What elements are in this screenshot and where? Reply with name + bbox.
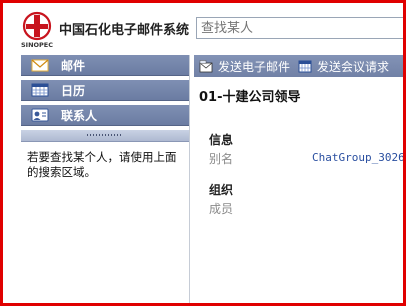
contact-details: 01-十建公司领导 信息 别名 ChatGroup_3026 组织 成员: [194, 77, 403, 303]
mail-icon: [31, 58, 49, 72]
header: SINOPEC 中国石化电子邮件系统: [3, 3, 406, 53]
sidebar-item-calendar[interactable]: 日历: [21, 80, 189, 101]
contact-title: 01-十建公司领导: [199, 90, 301, 105]
sidebar-item-label: 日历: [61, 83, 86, 98]
svg-text:SINOPEC: SINOPEC: [21, 41, 53, 49]
search-hint-panel: 若要查找某个人，请使用上面的搜索区域。: [21, 142, 190, 303]
send-email-icon: [199, 59, 213, 73]
sinopec-logo: SINOPEC: [20, 11, 54, 49]
send-meeting-request-button[interactable]: 发送会议请求: [298, 58, 389, 75]
calendar-icon: [31, 83, 49, 97]
send-email-label: 发送电子邮件: [218, 59, 291, 74]
grip-dots: [87, 134, 123, 136]
alias-label: 别名: [209, 152, 234, 166]
alias-value[interactable]: ChatGroup_3026: [312, 151, 403, 164]
search-input[interactable]: [196, 17, 406, 39]
sidebar: 邮件 日历 联系人 若要查找某个人，请使用上面的搜索区域。: [21, 55, 190, 303]
sidebar-item-label: 联系人: [61, 108, 98, 123]
organization-section-heading: 组织: [209, 183, 234, 197]
meeting-request-icon: [298, 60, 312, 73]
search-hint-text: 若要查找某个人，请使用上面的搜索区域。: [27, 150, 177, 179]
toolbar: 发送电子邮件 发送会议请求: [194, 55, 403, 77]
sidebar-item-contacts[interactable]: 联系人: [21, 105, 189, 126]
send-email-button[interactable]: 发送电子邮件: [199, 58, 290, 75]
members-label: 成员: [209, 202, 234, 216]
send-meeting-label: 发送会议请求: [317, 59, 390, 74]
app-title: 中国石化电子邮件系统: [59, 23, 190, 38]
sidebar-item-mail[interactable]: 邮件: [21, 55, 189, 76]
info-section-heading: 信息: [209, 133, 234, 147]
sidebar-item-label: 邮件: [61, 58, 86, 73]
pane-resize-handle[interactable]: [21, 130, 189, 142]
contacts-icon: [31, 108, 49, 122]
